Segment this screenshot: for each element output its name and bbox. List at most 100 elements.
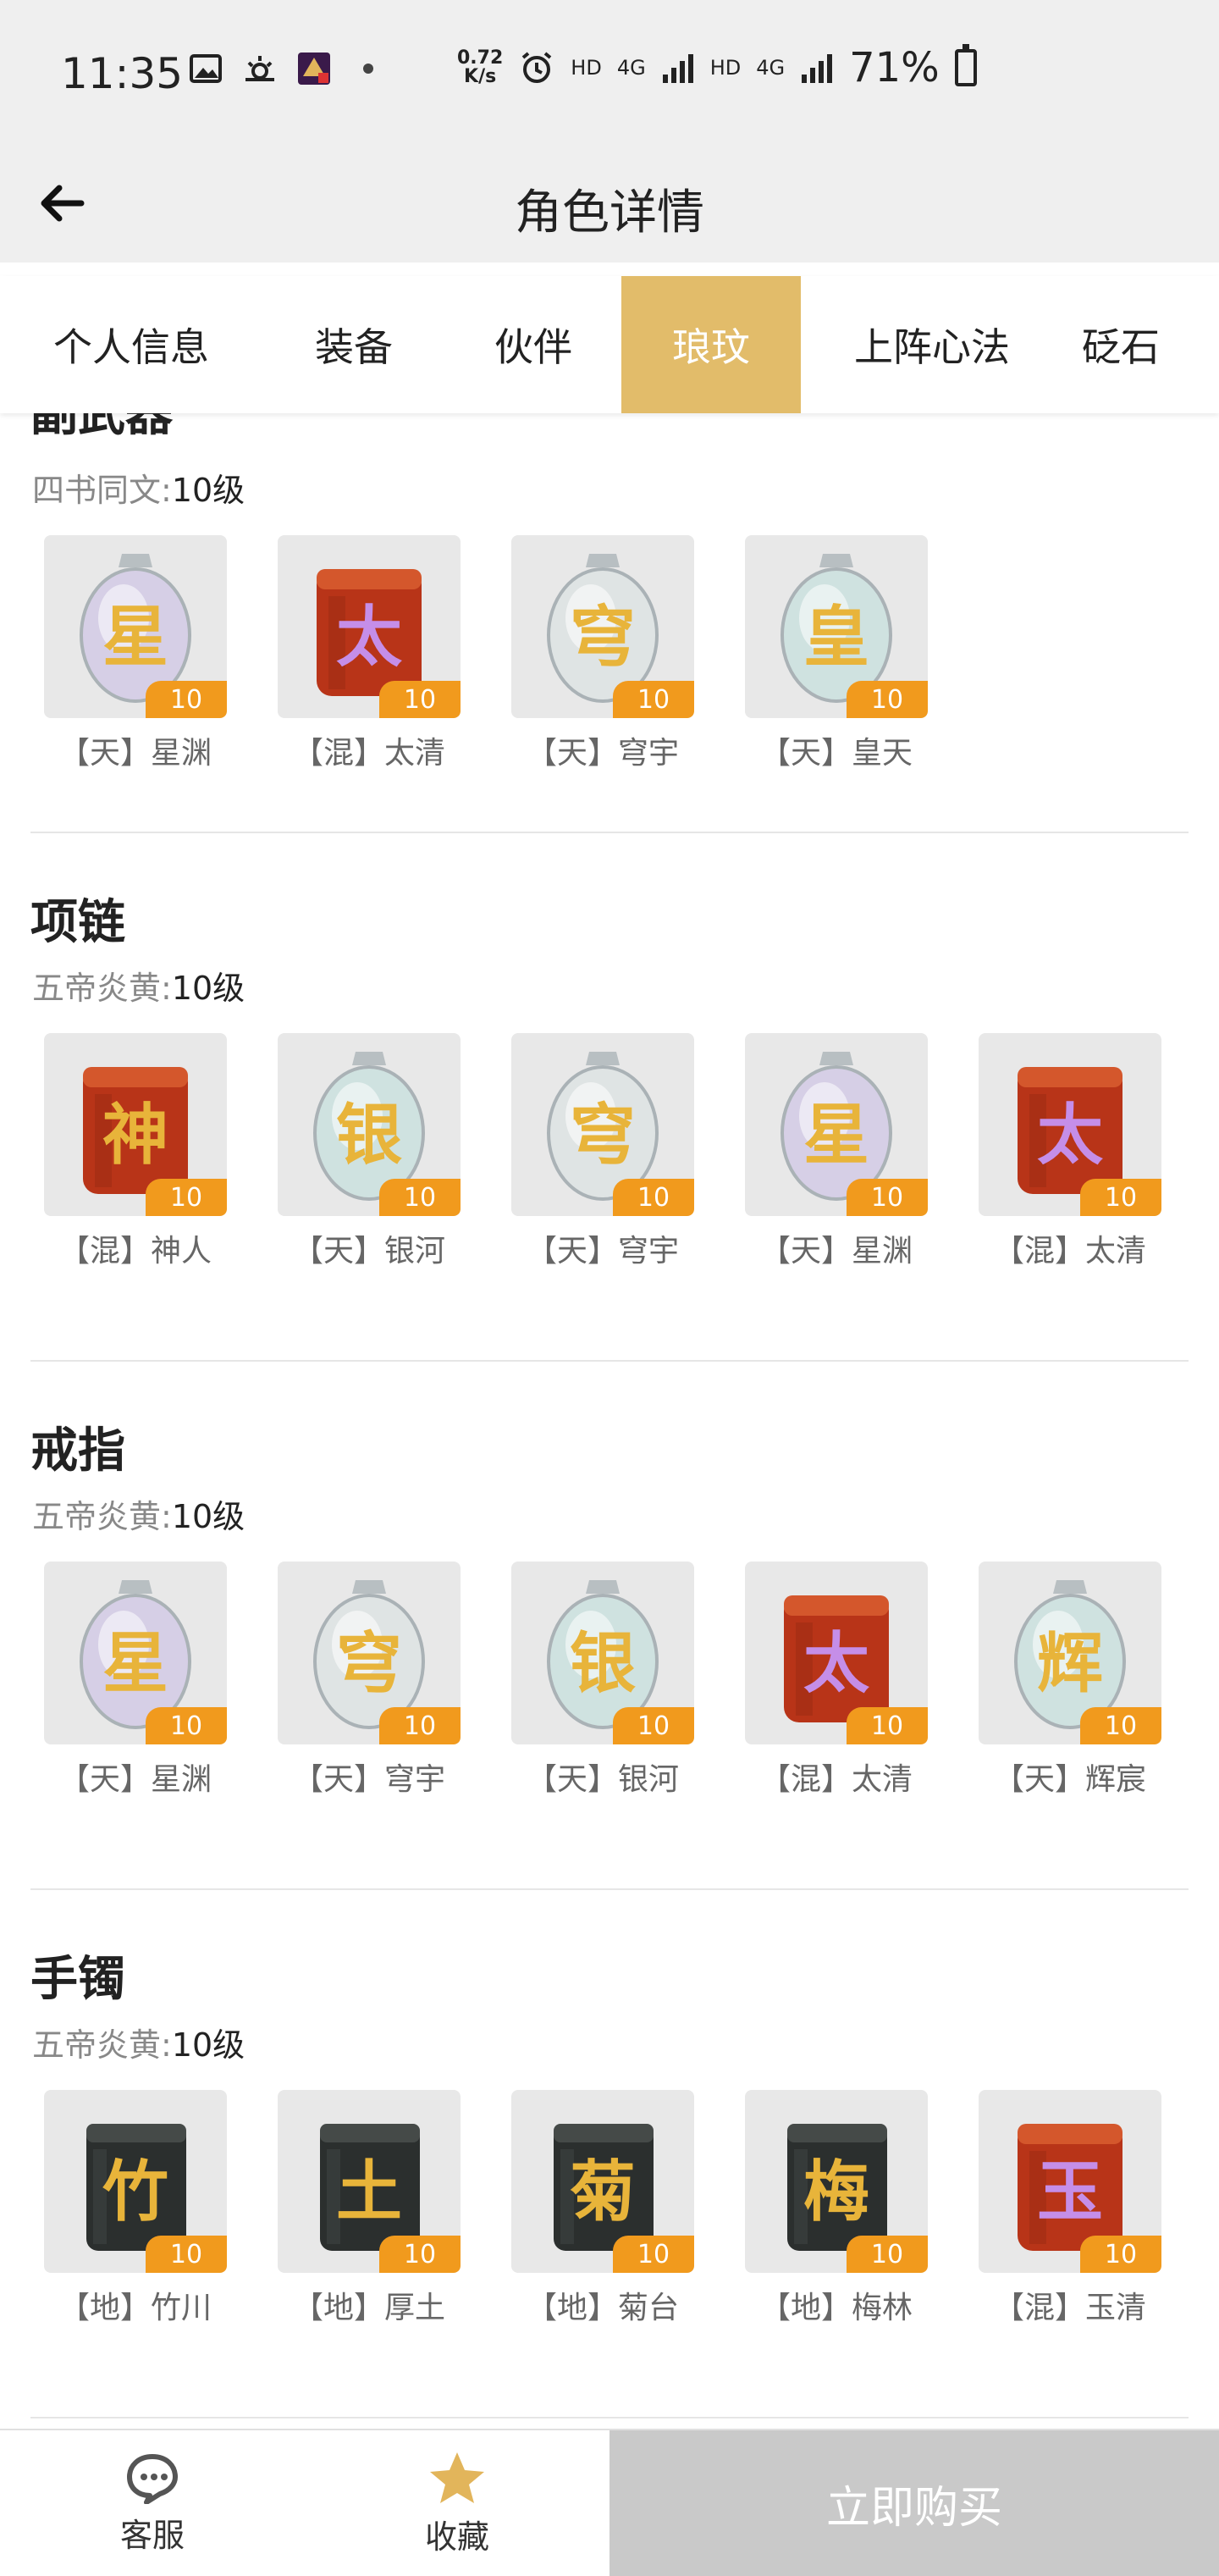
section-divider [30, 2417, 1189, 2418]
tab-langwen[interactable]: 琅玟 [621, 276, 801, 413]
langwen-glyph: 皇 [803, 600, 869, 676]
item-name: 【天】穹宇 [526, 1234, 679, 1269]
langwen-item[interactable]: 菊 10 【地】菊台 [511, 2090, 694, 2327]
langwen-glyph: 星 [803, 1097, 869, 1174]
status-system-icons: 0.72 K/s HD 4G HD 4G 71% [457, 44, 977, 91]
langwen-item[interactable]: 穹 10 【天】穹宇 [511, 535, 694, 772]
level-badge: 10 [379, 681, 461, 718]
langwen-image: 菊 10 [511, 2090, 694, 2273]
langwen-image: 星 10 [44, 1562, 227, 1744]
speed-unit: K/s [464, 66, 497, 87]
langwen-glyph: 神 [102, 1097, 168, 1174]
tab-formation-skill[interactable]: 上阵心法 [801, 276, 1063, 413]
network-speed: 0.72 K/s [457, 49, 503, 86]
level-badge: 10 [847, 1179, 928, 1216]
tab-equipment[interactable]: 装备 [262, 276, 445, 413]
section-subtitle: 五帝炎黄:10级 [32, 962, 245, 1009]
buy-now-button[interactable]: 立即购买 [610, 2430, 1219, 2576]
langwen-item[interactable]: 银 10 【天】银河 [278, 1033, 461, 1270]
langwen-item[interactable]: 穹 10 【天】穹宇 [278, 1562, 461, 1799]
langwen-item[interactable]: 辉 10 【天】辉宸 [979, 1562, 1161, 1799]
favorite-button[interactable]: 收藏 [305, 2430, 610, 2576]
section-divider [30, 1888, 1189, 1890]
section-subtitle: 五帝炎黄:10级 [32, 1490, 245, 1537]
langwen-glyph: 银 [569, 1626, 636, 1702]
langwen-item[interactable]: 星 10 【天】星渊 [44, 535, 227, 772]
langwen-item[interactable]: 穹 10 【天】穹宇 [511, 1033, 694, 1270]
favorite-label: 收藏 [424, 2518, 489, 2556]
level-badge: 10 [146, 681, 227, 718]
langwen-image: 太 10 [979, 1033, 1161, 1216]
bottom-action-bar: 客服 收藏 立即购买 [0, 2429, 1219, 2576]
langwen-item[interactable]: 神 10 【混】神人 [44, 1033, 227, 1270]
langwen-glyph: 玉 [1036, 2154, 1103, 2231]
langwen-image: 星 10 [745, 1033, 928, 1216]
langwen-item[interactable]: 竹 10 【地】竹川 [44, 2090, 227, 2327]
item-name: 【天】银河 [526, 1762, 679, 1797]
customer-service-label: 客服 [119, 2516, 185, 2554]
section-subtitle: 四书同文:10级 [32, 464, 245, 511]
item-row: 神 10 【混】神人 银 10 【天】银河 穹 10 【天】穹宇 星 10 【天】星渊 太 10 【… [44, 1033, 1161, 1270]
langwen-item[interactable]: 太 10 【混】太清 [745, 1562, 928, 1799]
item-name: 【混】太清 [759, 1762, 913, 1797]
langwen-glyph: 土 [335, 2154, 402, 2231]
status-time: 11:35 [61, 49, 184, 98]
set-name: 四书同文: [32, 472, 172, 509]
item-name: 【天】星渊 [58, 1762, 212, 1797]
langwen-glyph: 太 [335, 600, 402, 676]
content-scroll-area[interactable]: 副武器 四书同文:10级 星 10 【天】星渊 太 10 【混】太清 穹 10 【天】穹宇 … [0, 413, 1219, 2429]
4g-label-1: 4G [616, 56, 646, 80]
langwen-glyph: 梅 [803, 2154, 869, 2231]
level-badge: 10 [379, 2236, 461, 2273]
section-title: 手镯 [30, 1952, 125, 2007]
langwen-item[interactable]: 银 10 【天】银河 [511, 1562, 694, 1799]
langwen-item[interactable]: 土 10 【地】厚土 [278, 2090, 461, 2327]
tab-personal-info[interactable]: 个人信息 [0, 276, 262, 413]
langwen-image: 太 10 [745, 1562, 928, 1744]
level-badge: 10 [613, 681, 694, 718]
level-badge: 10 [613, 2236, 694, 2273]
alarm-icon [522, 52, 552, 83]
status-bar: 11:35 0.72 K/s HD 4G HD 4G 71% [0, 0, 1219, 144]
hd-label-1: HD [571, 56, 602, 80]
section-divider [30, 832, 1189, 833]
tab-bianshi[interactable]: 砭石 [1063, 276, 1219, 413]
langwen-item[interactable]: 玉 10 【混】玉清 [979, 2090, 1161, 2327]
langwen-glyph: 菊 [569, 2154, 636, 2231]
item-name: 【地】竹川 [58, 2291, 212, 2325]
tab-partner[interactable]: 伙伴 [445, 276, 621, 413]
item-row: 星 10 【天】星渊 穹 10 【天】穹宇 银 10 【天】银河 太 10 【混】太清 辉 10 【… [44, 1562, 1161, 1799]
langwen-item[interactable]: 星 10 【天】星渊 [44, 1562, 227, 1799]
langwen-glyph: 竹 [102, 2154, 168, 2231]
langwen-glyph: 辉 [1036, 1626, 1103, 1702]
langwen-item[interactable]: 太 10 【混】太清 [979, 1033, 1161, 1270]
langwen-glyph: 穹 [335, 1626, 402, 1702]
speed-value: 0.72 [457, 47, 504, 69]
level-badge: 10 [146, 1179, 227, 1216]
langwen-image: 穹 10 [278, 1562, 461, 1744]
langwen-item[interactable]: 皇 10 【天】皇天 [745, 535, 928, 772]
section-title: 副武器 [30, 413, 173, 442]
weather-icon [245, 56, 274, 81]
level-badge: 10 [847, 1707, 928, 1744]
langwen-image: 银 10 [278, 1033, 461, 1216]
game-app-icon [298, 53, 330, 85]
level-badge: 10 [1080, 1179, 1161, 1216]
level-badge: 10 [379, 1707, 461, 1744]
langwen-item[interactable]: 梅 10 【地】梅林 [745, 2090, 928, 2327]
signal-icon-1 [662, 54, 693, 83]
langwen-item[interactable]: 星 10 【天】星渊 [745, 1033, 928, 1270]
set-level: 10级 [171, 2026, 245, 2064]
item-name: 【混】神人 [58, 1234, 212, 1269]
signal-icon-2 [802, 54, 833, 83]
customer-service-button[interactable]: 客服 [0, 2430, 305, 2576]
langwen-item[interactable]: 太 10 【混】太清 [278, 535, 461, 772]
dot-icon [363, 64, 373, 74]
langwen-image: 梅 10 [745, 2090, 928, 2273]
langwen-glyph: 穹 [569, 600, 636, 676]
battery-icon [954, 44, 977, 86]
item-name: 【混】太清 [292, 736, 445, 771]
star-icon [430, 2452, 484, 2503]
item-name: 【地】厚土 [292, 2291, 445, 2325]
item-name: 【天】穹宇 [292, 1762, 445, 1797]
